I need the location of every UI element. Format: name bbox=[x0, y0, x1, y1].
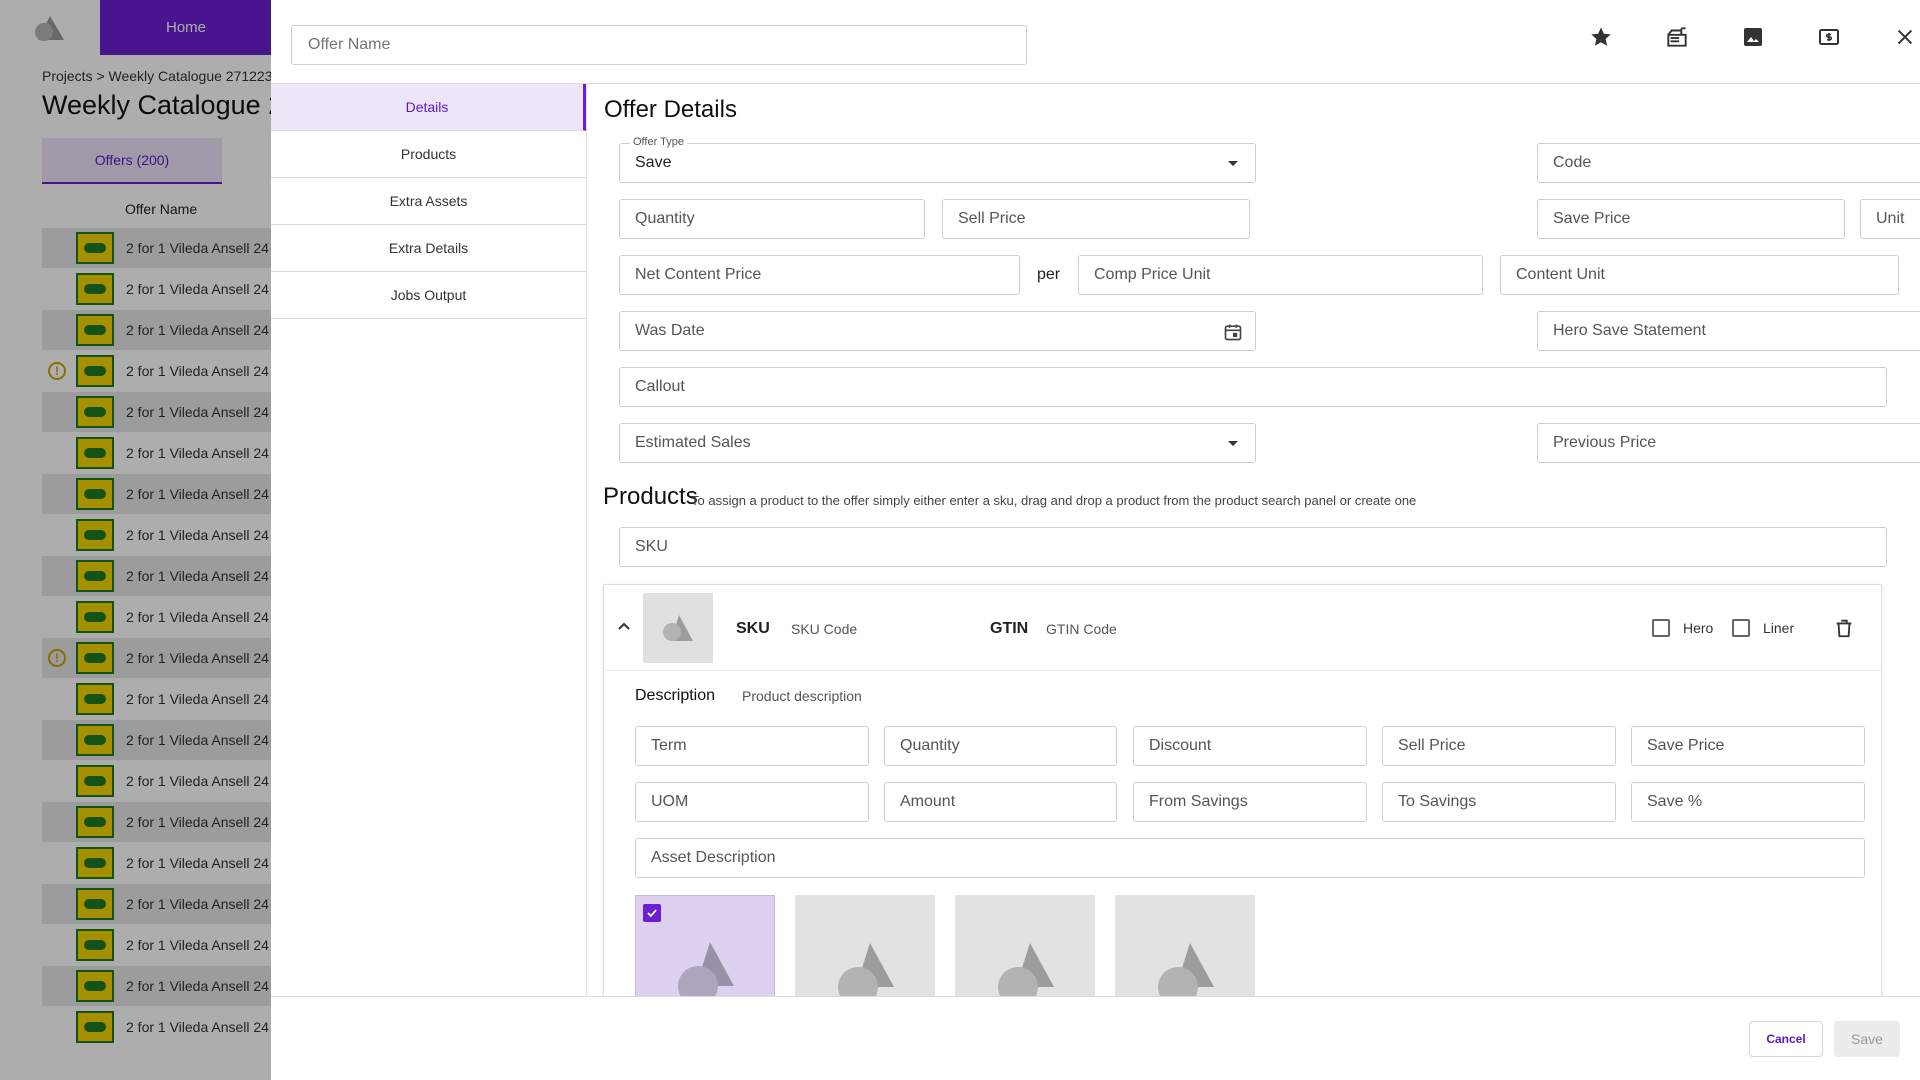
dropdown-arrow-icon bbox=[1223, 154, 1243, 174]
estimated-sales-select[interactable]: Estimated Sales bbox=[619, 423, 1256, 463]
save-price-field[interactable]: Save Price bbox=[1537, 199, 1845, 239]
amount-field[interactable]: Amount bbox=[884, 782, 1117, 822]
to-savings-field[interactable]: To Savings bbox=[1382, 782, 1616, 822]
hero-label: Hero bbox=[1683, 620, 1714, 636]
hero-checkbox[interactable] bbox=[1652, 619, 1670, 637]
term-field[interactable]: Term bbox=[635, 726, 869, 766]
section-title-products: Products bbox=[603, 483, 698, 510]
offer-type-select[interactable]: Save bbox=[619, 143, 1256, 183]
star-icon[interactable] bbox=[1586, 22, 1616, 52]
chevron-up-icon[interactable] bbox=[612, 615, 636, 639]
section-title-offer-details: Offer Details bbox=[604, 96, 737, 123]
product-thumbnail bbox=[643, 593, 713, 663]
close-icon[interactable] bbox=[1890, 22, 1920, 52]
product-quantity-field[interactable]: Quantity bbox=[884, 726, 1117, 766]
unit-field[interactable]: Unit bbox=[1860, 199, 1920, 239]
sku-label: SKU bbox=[736, 620, 770, 637]
asset-tile[interactable] bbox=[795, 895, 935, 996]
offer-name-input[interactable] bbox=[291, 25, 1027, 65]
asset-tile-selected[interactable] bbox=[635, 895, 775, 996]
callout-field[interactable]: Callout bbox=[619, 367, 1887, 407]
placeholder-image-icon bbox=[838, 943, 894, 996]
offer-details-content: Offer Details Save Offer Type Code Quant… bbox=[588, 84, 1920, 996]
placeholder-image-icon bbox=[678, 942, 734, 996]
modal-footer: Cancel Save bbox=[271, 996, 1920, 1080]
save-percent-field[interactable]: Save % bbox=[1631, 782, 1865, 822]
liner-label: Liner bbox=[1763, 620, 1795, 636]
quantity-field[interactable]: Quantity bbox=[619, 199, 925, 239]
offer-type-value: Save bbox=[635, 154, 672, 171]
placeholder-image-icon bbox=[998, 943, 1054, 996]
comp-price-unit-field[interactable]: Comp Price Unit bbox=[1078, 255, 1483, 295]
placeholder-image-icon bbox=[1158, 943, 1214, 996]
liner-checkbox[interactable] bbox=[1732, 619, 1750, 637]
gtin-label: GTIN bbox=[990, 620, 1029, 637]
save-button[interactable]: Save bbox=[1834, 1021, 1900, 1057]
calendar-icon[interactable] bbox=[1223, 322, 1243, 342]
product-save-price-field[interactable]: Save Price bbox=[1631, 726, 1865, 766]
placeholder-image-icon bbox=[663, 615, 693, 641]
estimated-sales-placeholder: Estimated Sales bbox=[635, 434, 751, 451]
products-helper-text: To assign a product to the offer simply … bbox=[691, 493, 1417, 508]
content-unit-field[interactable]: Content Unit bbox=[1500, 255, 1899, 295]
asset-description-field[interactable]: Asset Description bbox=[635, 838, 1865, 878]
description-label: Description bbox=[635, 687, 716, 704]
sku-value: SKU Code bbox=[791, 621, 858, 637]
checkbox-checked-icon[interactable] bbox=[643, 904, 661, 922]
discount-field[interactable]: Discount bbox=[1133, 726, 1367, 766]
hero-save-statement-placeholder: Hero Save Statement bbox=[1553, 322, 1706, 339]
asset-tile[interactable] bbox=[955, 895, 1095, 996]
nav-item-details[interactable]: Details bbox=[271, 84, 586, 131]
product-sell-price-field[interactable]: Sell Price bbox=[1382, 726, 1616, 766]
from-savings-field[interactable]: From Savings bbox=[1133, 782, 1367, 822]
uom-field[interactable]: UOM bbox=[635, 782, 869, 822]
price-tag-icon[interactable] bbox=[1814, 22, 1844, 52]
offer-type-label: Offer Type bbox=[630, 136, 687, 148]
sell-price-field[interactable]: Sell Price bbox=[942, 199, 1250, 239]
image-icon[interactable] bbox=[1738, 22, 1768, 52]
nav-item-extra-assets[interactable]: Extra Assets bbox=[271, 178, 586, 225]
sku-input[interactable]: SKU bbox=[619, 527, 1887, 567]
asset-tile[interactable] bbox=[1115, 895, 1255, 996]
nav-item-products[interactable]: Products bbox=[271, 131, 586, 178]
was-date-field[interactable]: Was Date bbox=[619, 311, 1256, 351]
product-card-header: SKU SKU Code GTIN GTIN Code Hero Liner bbox=[604, 585, 1881, 671]
net-content-price-field[interactable]: Net Content Price bbox=[619, 255, 1020, 295]
modal-header bbox=[271, 0, 1920, 84]
per-label: per bbox=[1037, 266, 1061, 283]
previous-price-field[interactable]: Previous Price bbox=[1537, 423, 1920, 463]
code-field[interactable]: Code bbox=[1537, 143, 1920, 183]
side-nav: Details Products Extra Assets Extra Deta… bbox=[271, 84, 587, 996]
product-card: SKU SKU Code GTIN GTIN Code Hero Liner D… bbox=[603, 584, 1882, 996]
was-date-placeholder: Was Date bbox=[635, 322, 705, 339]
nav-item-extra-details[interactable]: Extra Details bbox=[271, 225, 586, 272]
dropdown-arrow-icon bbox=[1223, 434, 1243, 454]
catalogue-icon[interactable] bbox=[1662, 22, 1692, 52]
delete-icon[interactable] bbox=[1833, 617, 1855, 639]
gtin-value: GTIN Code bbox=[1046, 621, 1117, 637]
cancel-button[interactable]: Cancel bbox=[1749, 1021, 1823, 1057]
nav-item-jobs-output[interactable]: Jobs Output bbox=[271, 272, 586, 319]
hero-save-statement-select[interactable]: Hero Save Statement bbox=[1537, 311, 1920, 351]
offer-modal: Details Products Extra Assets Extra Deta… bbox=[271, 0, 1920, 1080]
description-value: Product description bbox=[742, 688, 862, 704]
